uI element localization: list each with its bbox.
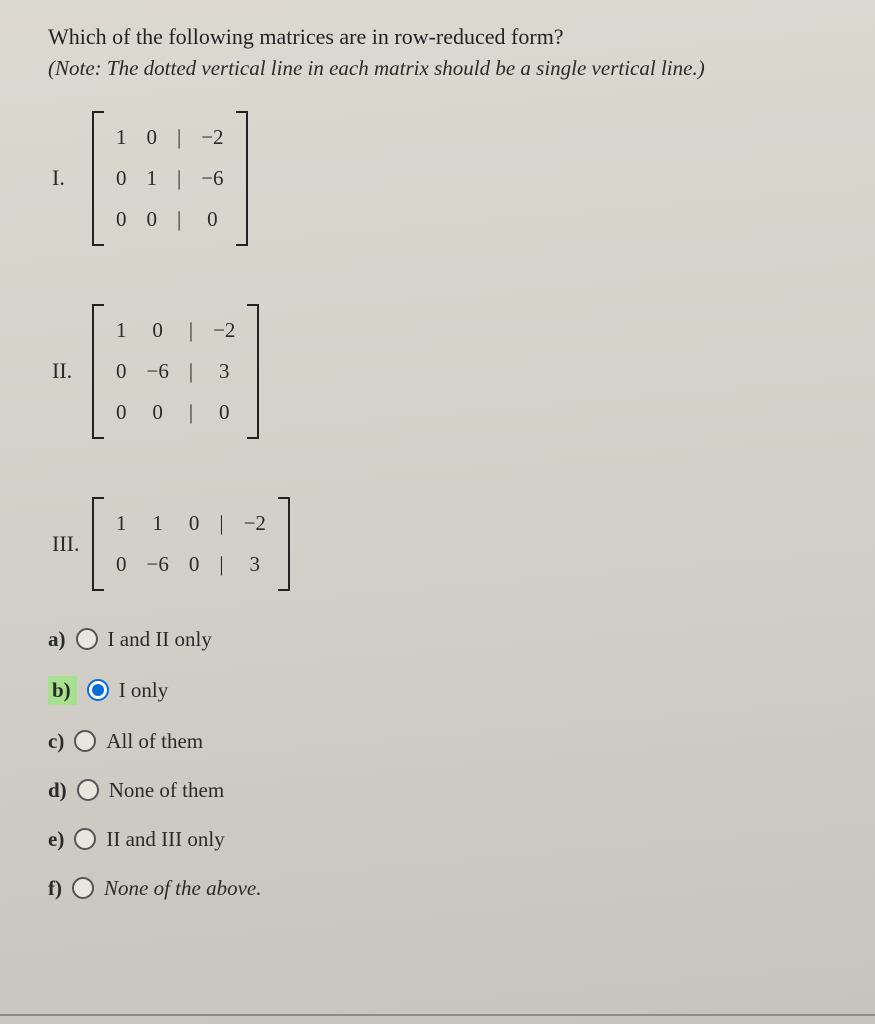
m2-r2c0: 0 — [106, 392, 137, 433]
option-a: a) I and II only — [48, 627, 835, 652]
m2-r1c0: 0 — [106, 351, 137, 392]
matrix-block-1: I. 1 0 | −2 0 1 | −6 0 0 | — [52, 111, 835, 246]
m2-r2c1: 0 — [137, 392, 179, 433]
m3-r1c3: | — [209, 544, 233, 585]
option-d: d) None of them — [48, 778, 835, 803]
m2-r1c2: | — [179, 351, 203, 392]
option-a-letter: a) — [48, 627, 66, 652]
matrix-3: 1 1 0 | −2 0 −6 0 | 3 — [92, 497, 290, 591]
m1-r1c0: 0 — [106, 158, 137, 199]
matrix-1: 1 0 | −2 0 1 | −6 0 0 | 0 — [92, 111, 248, 246]
m1-r0c2: | — [167, 117, 191, 158]
option-e-letter: e) — [48, 827, 64, 852]
m1-r2c1: 0 — [137, 199, 168, 240]
radio-e[interactable] — [74, 828, 96, 850]
m3-r1c0: 0 — [106, 544, 137, 585]
question-note: (Note: The dotted vertical line in each … — [48, 56, 835, 81]
m2-r1c1: −6 — [137, 351, 179, 392]
m2-r1c3: 3 — [203, 351, 245, 392]
m2-r0c3: −2 — [203, 310, 245, 351]
option-c: c) All of them — [48, 729, 835, 754]
option-c-label: All of them — [106, 729, 203, 754]
m3-r0c3: | — [209, 503, 233, 544]
radio-b[interactable] — [87, 679, 109, 701]
m1-r2c0: 0 — [106, 199, 137, 240]
m3-r1c1: −6 — [137, 544, 179, 585]
question-page: Which of the following matrices are in r… — [0, 0, 875, 1024]
m2-r0c1: 0 — [137, 310, 179, 351]
m1-r2c3: 0 — [191, 199, 233, 240]
answer-options: a) I and II only b) I only c) All of the… — [48, 627, 835, 901]
option-a-label: I and II only — [108, 627, 212, 652]
option-f: f) None of the above. — [48, 876, 835, 901]
matrix-block-2: II. 1 0 | −2 0 −6 | 3 0 0 | — [52, 304, 835, 439]
option-b: b) I only — [48, 676, 835, 705]
matrix-2: 1 0 | −2 0 −6 | 3 0 0 | 0 — [92, 304, 259, 439]
m1-r1c1: 1 — [137, 158, 168, 199]
page-divider — [0, 1014, 875, 1016]
m2-r0c2: | — [179, 310, 203, 351]
option-f-letter: f) — [48, 876, 62, 901]
question-text: Which of the following matrices are in r… — [48, 22, 835, 52]
m3-r1c4: 3 — [234, 544, 276, 585]
m3-r0c2: 0 — [179, 503, 210, 544]
option-b-letter: b) — [48, 676, 77, 705]
m3-r0c1: 1 — [137, 503, 179, 544]
option-e-label: II and III only — [106, 827, 224, 852]
matrix-label-3: III. — [52, 531, 82, 557]
option-b-label: I only — [119, 678, 169, 703]
m1-r1c3: −6 — [191, 158, 233, 199]
option-d-label: None of them — [109, 778, 224, 803]
option-e: e) II and III only — [48, 827, 835, 852]
m1-r0c3: −2 — [191, 117, 233, 158]
radio-a[interactable] — [76, 628, 98, 650]
option-c-letter: c) — [48, 729, 64, 754]
radio-c[interactable] — [74, 730, 96, 752]
radio-f[interactable] — [72, 877, 94, 899]
matrix-label-2: II. — [52, 358, 82, 384]
m3-r1c2: 0 — [179, 544, 210, 585]
m2-r0c0: 1 — [106, 310, 137, 351]
m2-r2c3: 0 — [203, 392, 245, 433]
radio-d[interactable] — [77, 779, 99, 801]
m1-r1c2: | — [167, 158, 191, 199]
matrix-label-1: I. — [52, 165, 82, 191]
matrix-block-3: III. 1 1 0 | −2 0 −6 0 | 3 — [52, 497, 835, 591]
m2-r2c2: | — [179, 392, 203, 433]
m1-r2c2: | — [167, 199, 191, 240]
m1-r0c1: 0 — [137, 117, 168, 158]
m1-r0c0: 1 — [106, 117, 137, 158]
option-d-letter: d) — [48, 778, 67, 803]
m3-r0c4: −2 — [234, 503, 276, 544]
m3-r0c0: 1 — [106, 503, 137, 544]
option-f-label: None of the above. — [104, 876, 261, 901]
